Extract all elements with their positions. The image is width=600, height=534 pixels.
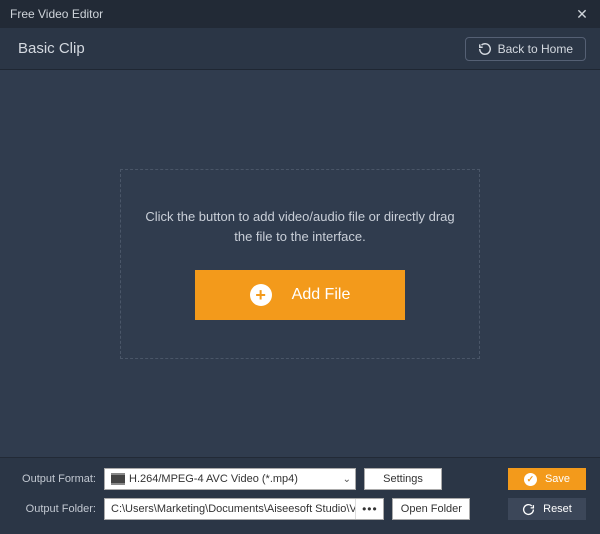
- reset-label: Reset: [543, 503, 572, 515]
- plus-icon: +: [250, 284, 272, 306]
- footer: Output Format: H.264/MPEG-4 AVC Video (*…: [0, 457, 600, 534]
- output-folder-label: Output Folder:: [14, 503, 96, 515]
- output-folder-row: Output Folder: C:\Users\Marketing\Docume…: [14, 498, 586, 520]
- main-area: Click the button to add video/audio file…: [0, 70, 600, 457]
- settings-label: Settings: [383, 473, 423, 485]
- titlebar[interactable]: Free Video Editor ✕: [0, 0, 600, 28]
- open-folder-label: Open Folder: [401, 503, 462, 515]
- save-button[interactable]: ✓ Save: [508, 468, 586, 490]
- reset-button[interactable]: Reset: [508, 498, 586, 520]
- output-format-row: Output Format: H.264/MPEG-4 AVC Video (*…: [14, 468, 586, 490]
- back-label: Back to Home: [498, 42, 573, 56]
- app-title: Free Video Editor: [10, 7, 103, 21]
- dropzone-hint: Click the button to add video/audio file…: [141, 207, 459, 246]
- open-folder-button[interactable]: Open Folder: [392, 498, 470, 520]
- settings-button[interactable]: Settings: [364, 468, 442, 490]
- app-window: Free Video Editor ✕ Basic Clip Back to H…: [0, 0, 600, 534]
- chevron-down-icon: ⌄: [343, 474, 351, 485]
- output-format-label: Output Format:: [14, 473, 96, 485]
- output-format-value: H.264/MPEG-4 AVC Video (*.mp4): [129, 473, 339, 485]
- check-icon: ✓: [524, 473, 537, 486]
- back-to-home-button[interactable]: Back to Home: [465, 37, 586, 61]
- subheader: Basic Clip Back to Home: [0, 28, 600, 70]
- close-icon: ✕: [576, 6, 588, 23]
- dropzone[interactable]: Click the button to add video/audio file…: [120, 169, 480, 359]
- browse-folder-button[interactable]: •••: [355, 499, 383, 519]
- save-label: Save: [545, 473, 570, 485]
- add-file-label: Add File: [292, 286, 351, 304]
- video-format-icon: [111, 473, 125, 485]
- reset-icon: [522, 503, 535, 516]
- refresh-icon: [478, 42, 492, 56]
- ellipsis-icon: •••: [362, 502, 378, 516]
- output-format-select[interactable]: H.264/MPEG-4 AVC Video (*.mp4) ⌄: [104, 468, 356, 490]
- close-button[interactable]: ✕: [572, 4, 592, 24]
- page-title: Basic Clip: [18, 40, 85, 57]
- output-folder-value: C:\Users\Marketing\Documents\Aiseesoft S…: [111, 503, 377, 515]
- output-folder-field[interactable]: C:\Users\Marketing\Documents\Aiseesoft S…: [104, 498, 384, 520]
- add-file-button[interactable]: + Add File: [195, 270, 405, 320]
